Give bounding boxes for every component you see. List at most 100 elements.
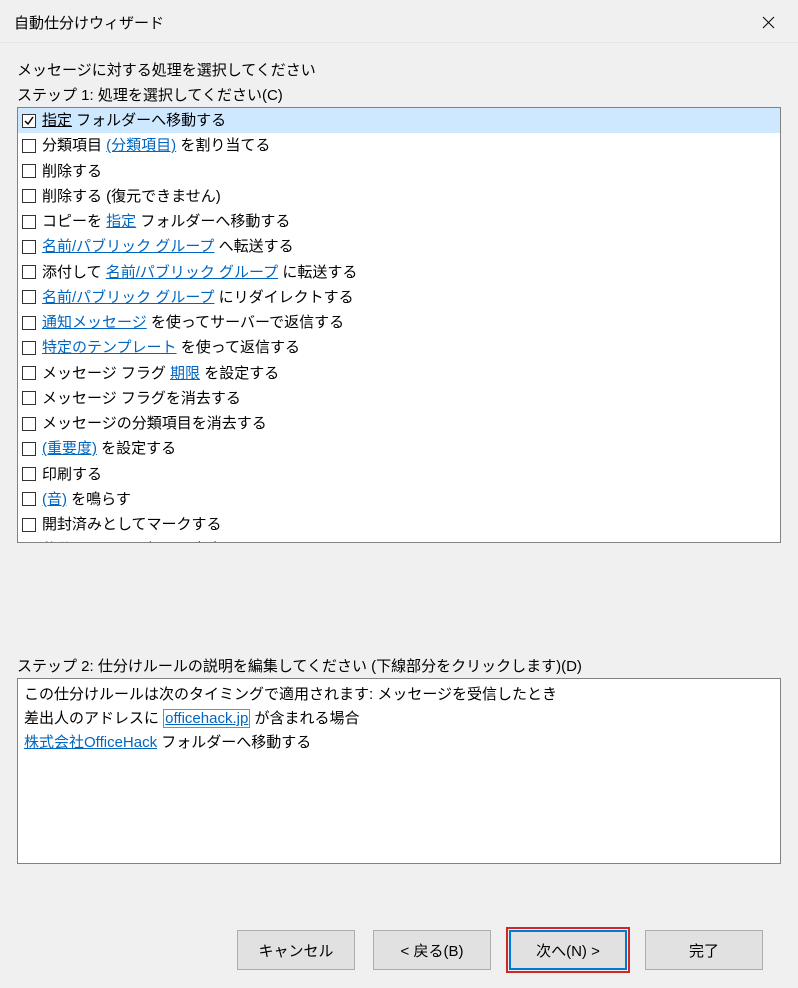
action-text: を鳴らす bbox=[67, 491, 131, 508]
action-checkbox[interactable] bbox=[22, 442, 36, 456]
step1-label: ステップ 1: 処理を選択してください(C) bbox=[17, 84, 781, 105]
action-label: 通知メッセージ を使ってサーバーで返信する bbox=[42, 311, 344, 334]
action-checkbox[interactable] bbox=[22, 518, 36, 532]
action-row[interactable]: メッセージ フラグ 期限 を設定する bbox=[18, 361, 780, 386]
action-label: 指定 フォルダーへ移動する bbox=[42, 109, 226, 132]
desc-line-3: 株式会社OfficeHack フォルダーへ移動する bbox=[24, 731, 774, 755]
action-text: メッセージの分類項目を消去する bbox=[42, 415, 267, 432]
action-checkbox[interactable] bbox=[22, 366, 36, 380]
action-text: へ転送する bbox=[214, 238, 293, 255]
action-text: 印刷する bbox=[42, 466, 102, 483]
action-row[interactable]: (音) を鳴らす bbox=[18, 487, 780, 512]
desc-sender-link[interactable]: officehack.jp bbox=[163, 709, 250, 728]
action-label: 特定のテンプレート を使って返信する bbox=[42, 336, 300, 359]
action-row[interactable]: 特定のテンプレート を使って返信する bbox=[18, 335, 780, 360]
action-row[interactable]: 印刷する bbox=[18, 462, 780, 487]
action-row[interactable]: (重要度) を設定する bbox=[18, 436, 780, 461]
action-text: メッセージ フラグ bbox=[42, 365, 170, 382]
action-checkbox[interactable] bbox=[22, 139, 36, 153]
action-checkbox[interactable] bbox=[22, 215, 36, 229]
action-text: フォルダーへ移動する bbox=[72, 112, 226, 129]
close-button[interactable] bbox=[750, 8, 786, 36]
cancel-button[interactable]: キャンセル bbox=[237, 930, 355, 970]
action-checkbox[interactable] bbox=[22, 492, 36, 506]
action-label: 名前/パブリック グループ へ転送する bbox=[42, 235, 294, 258]
action-row[interactable]: 開封済みとしてマークする bbox=[18, 512, 780, 537]
action-label: 開封済みとしてマークする bbox=[42, 513, 222, 536]
action-checkbox[interactable] bbox=[22, 114, 36, 128]
action-checkbox[interactable] bbox=[22, 467, 36, 481]
titlebar: 自動仕分けウィザード bbox=[0, 0, 798, 43]
desc-text: が含まれる場合 bbox=[250, 710, 359, 727]
desc-folder-link[interactable]: 株式会社OfficeHack bbox=[24, 734, 157, 751]
action-label: (重要度) を設定する bbox=[42, 437, 176, 460]
wizard-window: 自動仕分けウィザード メッセージに対する処理を選択してください ステップ 1: … bbox=[0, 0, 798, 988]
action-param-link[interactable]: 通知メッセージ bbox=[42, 314, 147, 331]
action-checkbox[interactable] bbox=[22, 164, 36, 178]
action-label: メッセージ フラグ 期限 を設定する bbox=[42, 362, 279, 385]
action-row[interactable]: メッセージ フラグを消去する bbox=[18, 386, 780, 411]
action-param-link[interactable]: 指定 bbox=[42, 112, 72, 129]
action-text: を割り当てる bbox=[176, 137, 270, 154]
action-param-link[interactable]: 名前/パブリック グループ bbox=[42, 289, 214, 306]
step2-label: ステップ 2: 仕分けルールの説明を編集してください (下線部分をクリックします… bbox=[17, 655, 781, 676]
window-title: 自動仕分けウィザード bbox=[14, 12, 164, 33]
action-row[interactable]: 通知メッセージ を使ってサーバーで返信する bbox=[18, 310, 780, 335]
actions-listbox[interactable]: 指定 フォルダーへ移動する分類項目 (分類項目) を割り当てる削除する削除する … bbox=[17, 107, 781, 543]
action-text: フォルダーへ移動する bbox=[136, 213, 290, 230]
action-param-link[interactable]: 特定のテンプレート bbox=[42, 339, 177, 356]
action-text: を使って返信する bbox=[177, 339, 300, 356]
action-text: 開封済みとしてマークする bbox=[42, 516, 222, 533]
action-checkbox[interactable] bbox=[22, 391, 36, 405]
action-checkbox[interactable] bbox=[22, 265, 36, 279]
action-label: 添付して 名前/パブリック グループ に転送する bbox=[42, 261, 357, 284]
action-text: 仕分けルールの処理を中止する bbox=[42, 541, 252, 543]
action-row[interactable]: 名前/パブリック グループ にリダイレクトする bbox=[18, 285, 780, 310]
finish-button[interactable]: 完了 bbox=[645, 930, 763, 970]
action-row[interactable]: 仕分けルールの処理を中止する bbox=[18, 537, 780, 543]
action-param-link[interactable]: (分類項目) bbox=[106, 137, 176, 154]
action-row[interactable]: コピーを 指定 フォルダーへ移動する bbox=[18, 209, 780, 234]
desc-line-1: この仕分けルールは次のタイミングで適用されます: メッセージを受信したとき bbox=[24, 683, 774, 707]
next-button[interactable]: 次へ(N) > bbox=[509, 930, 627, 970]
action-text: 削除する bbox=[42, 163, 102, 180]
action-label: メッセージの分類項目を消去する bbox=[42, 412, 267, 435]
back-button[interactable]: < 戻る(B) bbox=[373, 930, 491, 970]
action-text: 分類項目 bbox=[42, 137, 106, 154]
desc-text: フォルダーへ移動する bbox=[157, 734, 311, 751]
action-label: 削除する bbox=[42, 160, 102, 183]
action-text: に転送する bbox=[278, 264, 357, 281]
button-row: キャンセル < 戻る(B) 次へ(N) > 完了 bbox=[17, 930, 781, 988]
action-label: 名前/パブリック グループ にリダイレクトする bbox=[42, 286, 354, 309]
rule-description-box[interactable]: この仕分けルールは次のタイミングで適用されます: メッセージを受信したとき 差出… bbox=[17, 678, 781, 864]
action-row[interactable]: 削除する (復元できません) bbox=[18, 184, 780, 209]
action-text: メッセージ フラグを消去する bbox=[42, 390, 241, 407]
action-row[interactable]: メッセージの分類項目を消去する bbox=[18, 411, 780, 436]
action-row[interactable]: 指定 フォルダーへ移動する bbox=[18, 108, 780, 133]
action-text: を設定する bbox=[97, 440, 176, 457]
action-row[interactable]: 削除する bbox=[18, 159, 780, 184]
action-label: (音) を鳴らす bbox=[42, 488, 131, 511]
action-checkbox[interactable] bbox=[22, 417, 36, 431]
action-param-link[interactable]: 名前/パブリック グループ bbox=[42, 238, 214, 255]
action-checkbox[interactable] bbox=[22, 240, 36, 254]
content-area: メッセージに対する処理を選択してください ステップ 1: 処理を選択してください… bbox=[0, 43, 798, 988]
action-checkbox[interactable] bbox=[22, 341, 36, 355]
action-text: にリダイレクトする bbox=[214, 289, 353, 306]
action-checkbox[interactable] bbox=[22, 290, 36, 304]
action-param-link[interactable]: 指定 bbox=[106, 213, 136, 230]
action-row[interactable]: 名前/パブリック グループ へ転送する bbox=[18, 234, 780, 259]
action-label: 削除する (復元できません) bbox=[42, 185, 221, 208]
action-label: 印刷する bbox=[42, 463, 102, 486]
action-row[interactable]: 添付して 名前/パブリック グループ に転送する bbox=[18, 260, 780, 285]
action-param-link[interactable]: 名前/パブリック グループ bbox=[106, 264, 278, 281]
action-checkbox[interactable] bbox=[22, 316, 36, 330]
action-param-link[interactable]: (音) bbox=[42, 491, 67, 508]
action-row[interactable]: 分類項目 (分類項目) を割り当てる bbox=[18, 133, 780, 158]
action-param-link[interactable]: (重要度) bbox=[42, 440, 97, 457]
desc-text: 差出人のアドレスに bbox=[24, 710, 163, 727]
action-checkbox[interactable] bbox=[22, 189, 36, 203]
action-text: 添付して bbox=[42, 264, 106, 281]
action-param-link[interactable]: 期限 bbox=[170, 365, 200, 382]
page-heading: メッセージに対する処理を選択してください bbox=[17, 59, 781, 80]
